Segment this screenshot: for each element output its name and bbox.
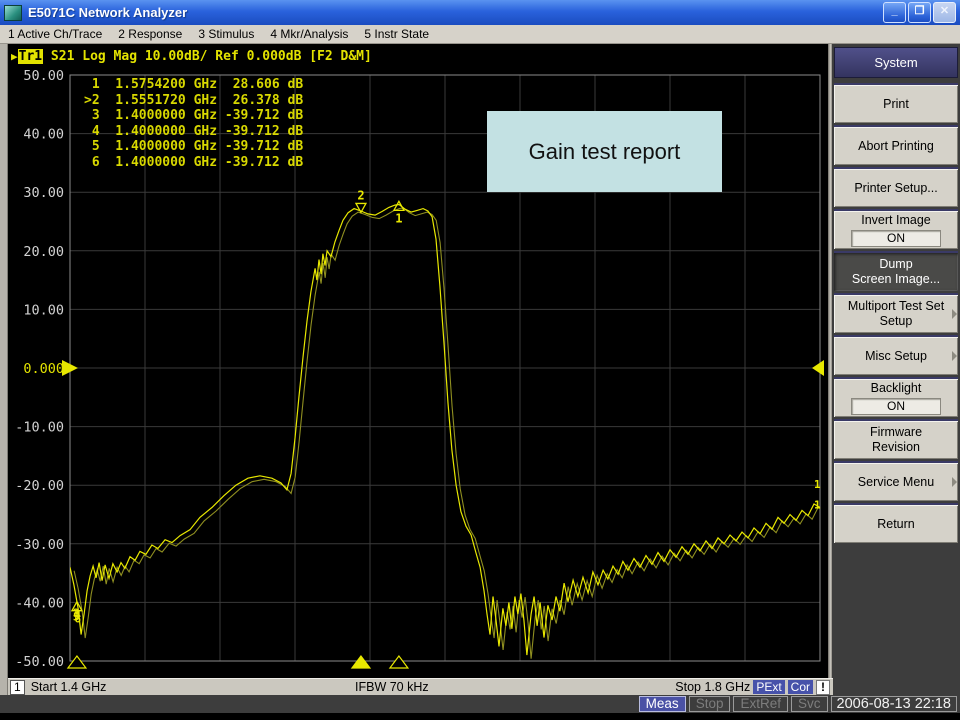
close-button[interactable]: ✕	[933, 2, 956, 23]
softkey-label-line2: Setup	[880, 314, 913, 329]
y-tick-label: 40.00	[23, 127, 64, 143]
y-tick-label: -10.00	[15, 420, 64, 436]
menu-item-2[interactable]: 2 Response	[118, 27, 182, 41]
softkey-printer-setup[interactable]: Printer Setup...	[834, 167, 958, 207]
softkey-state-backlight: ON	[851, 398, 941, 415]
y-tick-label: -20.00	[15, 478, 64, 494]
y-tick-label: 20.00	[23, 244, 64, 260]
softkey-label: Backlight	[871, 381, 922, 396]
window-controls: _ ❐ ✕	[883, 2, 956, 23]
softkey-return[interactable]: Return	[834, 503, 958, 543]
instrument-badge-svc: Svc	[791, 696, 828, 712]
edge-label-1: 1	[814, 478, 821, 491]
channel-status-bar: 1 Start 1.4 GHz IFBW 70 kHz Stop 1.8 GHz…	[8, 678, 833, 695]
edge-label-2: 1	[814, 499, 821, 512]
softkey-service-menu[interactable]: Service Menu	[834, 461, 958, 501]
app-icon	[4, 5, 22, 21]
marker-1-label: 1	[395, 211, 402, 225]
start-frequency-text: Start 1.4 GHz	[31, 680, 107, 694]
axis-marker-1-icon	[352, 656, 370, 668]
menu-item-5[interactable]: 5 Instr State	[364, 27, 429, 41]
instrument-status-bar: MeasStopExtRefSvc2006-08-13 22:18	[0, 695, 960, 713]
softkey-abort-printing[interactable]: Abort Printing	[834, 125, 958, 165]
softkey-label: Abort Printing	[858, 139, 934, 154]
minimize-button[interactable]: _	[883, 2, 906, 23]
softkey-state-invert-image: ON	[851, 230, 941, 247]
softkey-label: Dump	[879, 257, 912, 272]
menu-bar: 1 Active Ch/Trace 2 Response 3 Stimulus 4 M…	[0, 25, 960, 44]
instrument-badge-meas: Meas	[639, 696, 686, 712]
softkey-multiport-test-set[interactable]: Multiport Test SetSetup	[834, 293, 958, 333]
restore-button[interactable]: ❐	[908, 2, 931, 23]
stop-frequency-text: Stop 1.8 GHz	[675, 680, 750, 694]
trace-status-line: ▶Tr1 S21 Log Mag 10.00dB/ Ref 0.000dB [F…	[11, 49, 372, 64]
menu-item-4[interactable]: 4 Mkr/Analysis	[270, 27, 348, 41]
window-title: E5071C Network Analyzer	[28, 5, 187, 20]
status-badge-cor: Cor	[788, 680, 813, 694]
softkey-label-line2: Revision	[872, 440, 920, 455]
annotation-label: Gain test report	[487, 111, 722, 192]
status-badge-: !	[816, 680, 830, 695]
trace-name-badge: Tr1	[18, 49, 43, 64]
instrument-badge-stop: Stop	[689, 696, 731, 712]
softkey-print[interactable]: Print	[834, 83, 958, 123]
softkey-backlight[interactable]: Backlight ON	[834, 377, 958, 417]
marker-2-label: 2	[357, 188, 364, 202]
y-tick-label: 30.00	[23, 185, 64, 201]
softkey-label-line2: Screen Image...	[852, 272, 940, 287]
marker-stack-digit-6: 6	[74, 613, 81, 626]
softkey-menu-title: System	[834, 47, 958, 78]
y-tick-label: -30.00	[15, 537, 64, 553]
datetime-display: 2006-08-13 22:18	[831, 696, 958, 712]
softkey-label: Print	[883, 97, 909, 112]
softkey-label: Service Menu	[858, 475, 934, 490]
softkey-label: Return	[877, 517, 915, 532]
softkey-label: Misc Setup	[865, 349, 927, 364]
softkey-dump[interactable]: DumpScreen Image...	[834, 251, 958, 291]
ifbw-text: IFBW 70 kHz	[355, 680, 429, 694]
status-badge-pext: PExt	[753, 680, 784, 694]
channel-number-badge: 1	[10, 680, 25, 695]
menu-item-3[interactable]: 3 Stimulus	[198, 27, 254, 41]
instrument-badge-extref: ExtRef	[733, 696, 788, 712]
softkey-sidebar: System Print Abort Printing Printer Setup.…	[832, 44, 960, 695]
softkey-invert-image[interactable]: Invert Image ON	[834, 209, 958, 249]
active-trace-arrow-icon: ▶	[11, 50, 18, 63]
submenu-arrow-icon	[952, 309, 957, 319]
ref-level-arrow-right-icon	[812, 360, 824, 376]
title-bar: E5071C Network Analyzer _ ❐ ✕	[0, 0, 960, 25]
axis-marker-2-icon	[390, 656, 408, 668]
y-tick-label: 10.00	[23, 302, 64, 318]
submenu-arrow-icon	[952, 477, 957, 487]
softkey-firmware[interactable]: FirmwareRevision	[834, 419, 958, 459]
trace-memory	[74, 208, 824, 659]
annotation-text: Gain test report	[529, 139, 681, 165]
trace-format-text: S21 Log Mag 10.00dB/ Ref 0.000dB [F2 D&M…	[43, 49, 372, 64]
analyzer-screen: 50.00 40.00 30.00 20.00 10.00 0.000 -10.00 -20.…	[8, 44, 828, 678]
submenu-arrow-icon	[952, 351, 957, 361]
y-tick-label: -50.00	[15, 654, 64, 670]
softkey-label: Firmware	[870, 425, 922, 440]
axis-marker-3-icon	[68, 656, 86, 668]
screen-left-frame	[0, 44, 8, 695]
menu-item-1[interactable]: 1 Active Ch/Trace	[8, 27, 102, 41]
softkey-misc-setup[interactable]: Misc Setup	[834, 335, 958, 375]
softkey-label: Multiport Test Set	[848, 299, 944, 314]
softkey-label: Printer Setup...	[854, 181, 937, 196]
y-tick-label: 0.000	[23, 361, 64, 377]
softkey-label: Invert Image	[861, 213, 930, 228]
y-tick-label: -40.00	[15, 595, 64, 611]
y-tick-label: 50.00	[23, 68, 64, 84]
